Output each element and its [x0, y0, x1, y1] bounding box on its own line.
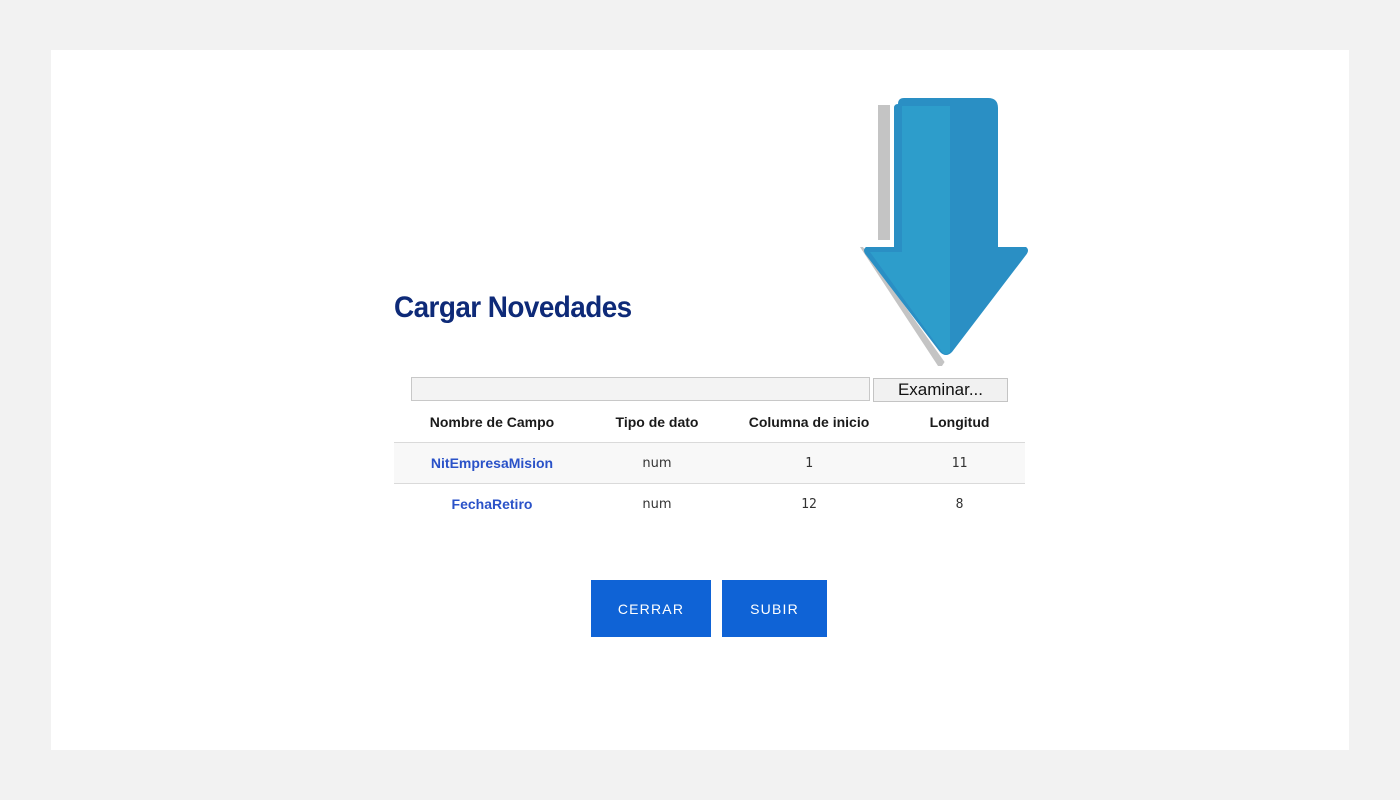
down-arrow-icon: [858, 94, 1034, 366]
browse-button[interactable]: Examinar...: [873, 378, 1008, 402]
start-column-cell: 12: [801, 496, 817, 512]
column-header-data-type: Tipo de dato: [590, 402, 724, 443]
column-header-length: Longitud: [894, 402, 1025, 443]
length-cell: 8: [955, 496, 964, 512]
table-row: FechaRetiro num 12 8: [394, 484, 1025, 525]
fields-table: Nombre de Campo Tipo de dato Columna de …: [394, 402, 1025, 524]
column-header-start-column: Columna de inicio: [724, 402, 894, 443]
table-row: NitEmpresaMision num 1 11: [394, 442, 1025, 484]
data-type-cell: num: [642, 455, 672, 471]
column-header-field-name: Nombre de Campo: [394, 402, 590, 443]
file-path-input[interactable]: [411, 377, 870, 401]
start-column-cell: 1: [805, 455, 813, 471]
close-button[interactable]: CERRAR: [591, 580, 711, 637]
data-type-cell: num: [642, 496, 672, 512]
upload-button[interactable]: SUBIR: [722, 580, 827, 637]
table-header-row: Nombre de Campo Tipo de dato Columna de …: [394, 402, 1025, 443]
field-name-cell: FechaRetiro: [451, 496, 533, 512]
page-title: Cargar Novedades: [394, 291, 632, 324]
field-name-cell: NitEmpresaMision: [430, 455, 554, 471]
length-cell: 11: [951, 455, 968, 471]
